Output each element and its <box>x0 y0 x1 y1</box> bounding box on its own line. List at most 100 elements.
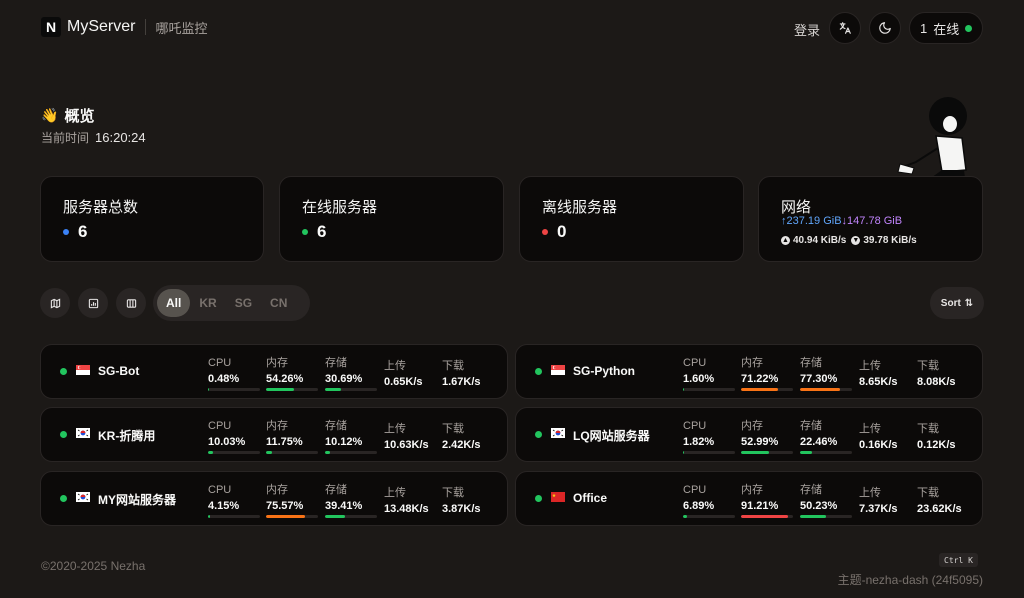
brand-divider <box>145 19 147 35</box>
translate-icon <box>839 22 851 34</box>
command-shortcut-hint[interactable]: Ctrl K <box>939 553 978 567</box>
chart-view-button[interactable] <box>78 288 108 318</box>
singapore-flag-icon <box>76 365 90 375</box>
usage-bar <box>208 515 260 518</box>
brand-subtitle: 哪吒监控 <box>155 20 208 36</box>
usage-bar <box>683 515 735 518</box>
server-card[interactable]: SG-Bot CPU 0.48% 内存 54.26% 存储 30.69% 上传 0.65K/s 下… <box>40 344 508 399</box>
metric-value: 39.41% <box>325 500 363 512</box>
metric-value: 0.65K/s <box>384 376 423 388</box>
metric-value: 10.12% <box>325 436 363 448</box>
metric-label: 存储 <box>800 357 822 369</box>
server-name: MY网站服务器 <box>98 493 177 507</box>
overview-title: 👋 概览 <box>41 105 94 126</box>
metric-label: 下载 <box>442 423 464 435</box>
sort-arrows-icon: ⇅ <box>964 297 974 309</box>
server-download-metric: 下载 23.62K/s <box>917 487 962 516</box>
server-upload-metric: 上传 0.65K/s <box>384 360 423 389</box>
offline-servers-card[interactable]: 离线服务器 0 <box>519 176 744 262</box>
theme-info[interactable]: 主题-nezha-dash (24f5095) <box>838 571 983 588</box>
metric-label: 内存 <box>266 420 288 432</box>
metric-label: 下载 <box>442 487 464 499</box>
metric-label: 内存 <box>741 357 763 369</box>
region-filter: All KR SG CN <box>153 285 310 321</box>
login-link[interactable]: 登录 <box>794 20 820 39</box>
server-card[interactable]: Office CPU 6.89% 内存 91.21% 存储 50.23% 上传 7.37K/s 下… <box>515 471 983 526</box>
filter-tab-all[interactable]: All <box>157 289 191 317</box>
map-view-button[interactable] <box>40 288 70 318</box>
server-mem-metric: 内存 54.26% <box>266 357 318 391</box>
server-status-dot <box>60 431 67 438</box>
server-download-metric: 下载 2.42K/s <box>442 423 481 452</box>
online-servers-card[interactable]: 在线服务器 6 <box>279 176 504 262</box>
server-download-metric: 下载 8.08K/s <box>917 360 956 389</box>
metric-label: CPU <box>683 484 707 496</box>
download-arrow-icon: ▼ <box>851 236 861 245</box>
online-status-dot <box>965 24 973 32</box>
network-up-total: ↑237.19 GiB <box>781 215 842 227</box>
usage-bar-fill <box>208 388 210 391</box>
usage-bar-fill <box>741 388 779 391</box>
metric-value: 7.37K/s <box>859 503 898 515</box>
china-flag-icon <box>551 492 565 502</box>
server-cpu-metric: CPU 10.03% <box>208 420 260 454</box>
usage-bar <box>266 388 318 391</box>
network-card[interactable]: 网络 ↑237.19 GiB↓147.78 GiB ▲ 40.94 KiB/s … <box>758 176 983 262</box>
network-up-speed: 40.94 KiB/s <box>793 235 847 246</box>
server-card[interactable]: MY网站服务器 CPU 4.15% 内存 75.57% 存储 39.41% 上传 13.48K/… <box>40 471 508 526</box>
brand-name: MyServer <box>67 18 136 35</box>
green-dot <box>302 229 308 235</box>
korea-flag-icon <box>76 492 90 502</box>
map-icon <box>50 297 60 309</box>
online-label: 在线 <box>933 21 960 37</box>
usage-bar <box>683 388 735 391</box>
server-card[interactable]: KR-折腾用 CPU 10.03% 内存 11.75% 存储 10.12% 上传 10.63K/… <box>40 407 508 462</box>
offline-servers-value: 0 <box>542 222 566 242</box>
metric-value: 0.48% <box>208 373 240 385</box>
metric-label: 存储 <box>325 420 347 432</box>
total-servers-card[interactable]: 服务器总数 6 <box>40 176 264 262</box>
korea-flag-icon <box>76 428 90 438</box>
usage-bar-fill <box>741 451 769 454</box>
metric-value: 10.63K/s <box>384 439 429 451</box>
sort-button[interactable]: Sort ⇅ <box>930 287 984 319</box>
network-down-total: ↓147.78 GiB <box>841 215 903 227</box>
server-status-dot <box>535 431 542 438</box>
server-name: LQ网站服务器 <box>573 429 650 443</box>
metric-value: 30.69% <box>325 373 363 385</box>
server-upload-metric: 上传 0.16K/s <box>859 423 898 452</box>
filter-tab-kr[interactable]: KR <box>190 289 225 317</box>
language-button[interactable] <box>829 12 861 44</box>
column-view-button[interactable] <box>116 288 146 318</box>
usage-bar-fill <box>741 515 789 518</box>
server-upload-metric: 上传 8.65K/s <box>859 360 898 389</box>
filter-tab-cn[interactable]: CN <box>261 289 296 317</box>
theme-toggle-button[interactable] <box>869 12 901 44</box>
usage-bar-fill <box>800 388 841 391</box>
online-count: 1 <box>920 20 928 36</box>
online-users-badge[interactable]: 1 在线 <box>909 12 983 44</box>
server-upload-metric: 上传 7.37K/s <box>859 487 898 516</box>
filter-tab-sg[interactable]: SG <box>226 289 261 317</box>
metric-value: 1.60% <box>683 373 715 385</box>
server-disk-metric: 存储 50.23% <box>800 484 852 518</box>
server-card[interactable]: SG-Python CPU 1.60% 内存 71.22% 存储 77.30% 上传 8.65K… <box>515 344 983 399</box>
server-upload-metric: 上传 10.63K/s <box>384 423 429 452</box>
network-title: 网络 <box>781 199 812 216</box>
server-disk-metric: 存储 39.41% <box>325 484 377 518</box>
server-mem-metric: 内存 71.22% <box>741 357 793 391</box>
metric-label: 内存 <box>266 357 288 369</box>
usage-bar <box>741 451 793 454</box>
metric-label: 存储 <box>325 484 347 496</box>
metric-label: 内存 <box>741 420 763 432</box>
server-download-metric: 下载 0.12K/s <box>917 423 956 452</box>
total-servers-title: 服务器总数 <box>63 199 139 216</box>
server-card[interactable]: LQ网站服务器 CPU 1.82% 内存 52.99% 存储 22.46% 上传 0.16K/s… <box>515 407 983 462</box>
server-cpu-metric: CPU 0.48% <box>208 357 260 391</box>
metric-value: 52.99% <box>741 436 779 448</box>
brand[interactable]: N MyServer 哪吒监控 <box>41 17 207 37</box>
metric-label: 下载 <box>917 423 939 435</box>
current-time-row: 当前时间 16:20:24 <box>41 129 146 146</box>
metric-value: 22.46% <box>800 436 838 448</box>
usage-bar <box>800 515 852 518</box>
